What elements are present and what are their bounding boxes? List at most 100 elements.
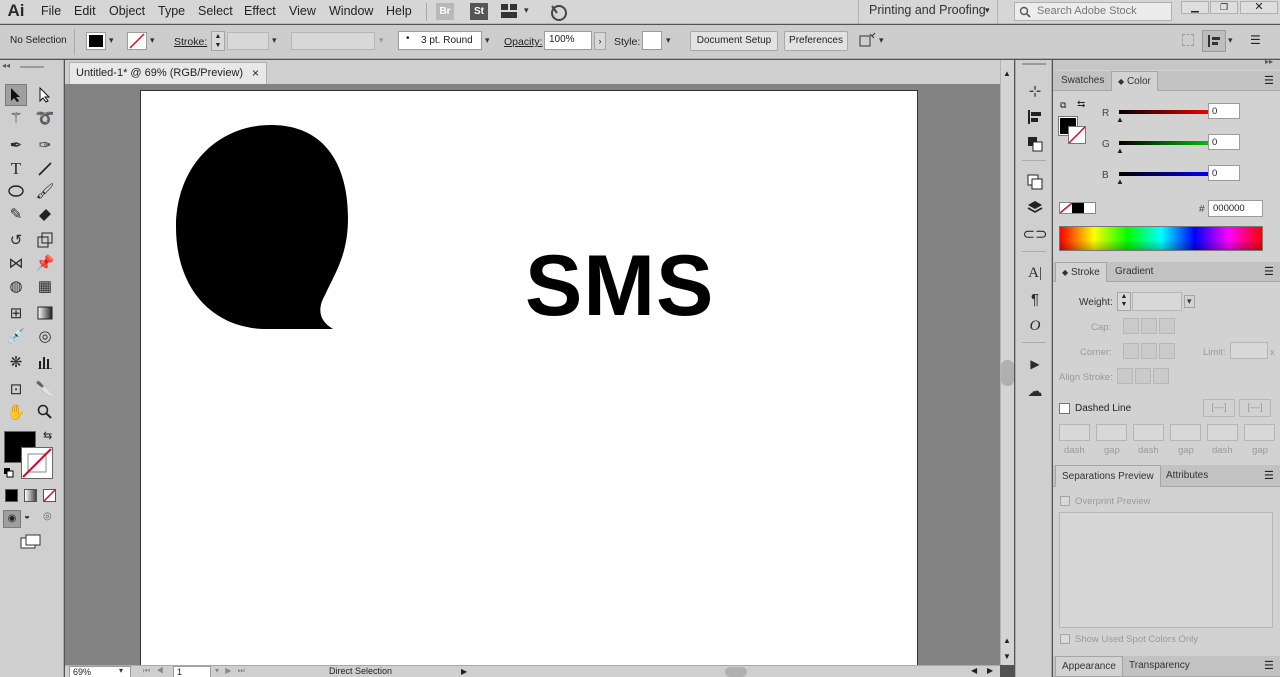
align-panel-icon[interactable]	[1024, 106, 1046, 128]
draw-normal-icon[interactable]: ◉	[3, 510, 21, 528]
chevron-down-icon[interactable]: ▾	[879, 35, 884, 46]
green-slider-thumb[interactable]: ▲	[1116, 146, 1124, 155]
menu-edit[interactable]: Edit	[74, 3, 96, 20]
tab-gradient[interactable]: Gradient	[1109, 262, 1159, 282]
pen-tool-icon[interactable]: ✒	[5, 134, 27, 156]
arrange-documents-icon[interactable]	[501, 4, 517, 18]
none-black-white-swatches[interactable]	[1059, 202, 1096, 214]
fill-swatch[interactable]	[86, 32, 106, 50]
links-panel-icon[interactable]: ⊂⊃	[1022, 223, 1047, 245]
menu-help[interactable]: Help	[386, 3, 412, 20]
transform-panel-icon[interactable]: ⊹	[1024, 80, 1046, 102]
align-center-button[interactable]	[1117, 368, 1133, 384]
dash-input[interactable]	[1207, 424, 1238, 441]
swap-colors-icon[interactable]: ⇆	[1077, 99, 1085, 110]
menu-lines-icon[interactable]: ☰	[1250, 33, 1264, 47]
menu-view[interactable]: View	[289, 3, 316, 20]
transform-icon[interactable]	[858, 32, 876, 50]
collapse-icon[interactable]: ▸▸	[1265, 57, 1273, 66]
weight-stepper[interactable]: ▲ ▼	[1117, 292, 1131, 311]
workspace-switcher[interactable]: Printing and Proofing ▾	[858, 0, 998, 24]
lasso-tool-icon[interactable]: ➰	[34, 107, 56, 129]
chevron-right-icon[interactable]: ›	[594, 32, 606, 50]
gpu-performance-icon[interactable]	[548, 2, 568, 22]
weight-input[interactable]	[1132, 292, 1182, 311]
artboard-tool-icon[interactable]: ⊡	[5, 378, 27, 400]
hex-value-input[interactable]: 000000	[1208, 200, 1263, 217]
panel-menu-icon[interactable]: ☰	[1264, 469, 1274, 482]
menu-object[interactable]: Object	[109, 3, 145, 20]
exact-dash-button[interactable]: [‒‒]	[1203, 399, 1235, 417]
close-tab-icon[interactable]: ×	[252, 63, 259, 83]
scroll-left-icon[interactable]: ◀	[971, 666, 977, 675]
sms-text[interactable]: SMS	[525, 241, 714, 331]
stock-search-field[interactable]: Search Adobe Stock	[1014, 2, 1172, 21]
round-join-button[interactable]	[1141, 343, 1157, 359]
character-panel-icon[interactable]: A|	[1024, 262, 1046, 284]
puppet-warp-tool-icon[interactable]: 📌	[34, 252, 56, 274]
red-value-input[interactable]: 0	[1208, 103, 1240, 119]
none-mode-icon[interactable]	[43, 489, 56, 502]
menu-window[interactable]: Window	[329, 3, 373, 20]
restore-button[interactable]: ❐	[1210, 1, 1238, 14]
color-mode-icon[interactable]	[5, 489, 18, 502]
butt-cap-button[interactable]	[1123, 318, 1139, 334]
chevron-down-icon[interactable]: ▾	[666, 35, 671, 46]
eyedropper-tool-icon[interactable]: 💉	[5, 325, 27, 347]
actions-panel-icon[interactable]: ▶	[1024, 353, 1046, 375]
bevel-join-button[interactable]	[1159, 343, 1175, 359]
panel-menu-icon[interactable]: ☰	[1264, 659, 1274, 672]
symbol-sprayer-tool-icon[interactable]: ❋	[5, 351, 27, 373]
stroke-color-swatch[interactable]	[21, 447, 53, 479]
gap-input[interactable]	[1096, 424, 1127, 441]
green-value-input[interactable]: 0	[1208, 134, 1240, 150]
chevron-down-icon[interactable]: ▾	[524, 5, 529, 16]
miter-join-button[interactable]	[1123, 343, 1139, 359]
variable-width-profile[interactable]	[291, 32, 375, 50]
chevron-down-icon[interactable]: ▾	[150, 35, 155, 46]
grip-icon[interactable]	[20, 66, 44, 68]
gradient-mode-icon[interactable]	[24, 489, 37, 502]
scroll-right-icon[interactable]: ▶	[987, 666, 993, 675]
shaper-tool-icon[interactable]: ✎	[5, 203, 27, 225]
rotate-tool-icon[interactable]: ↺	[5, 229, 27, 251]
mesh-tool-icon[interactable]: ⊞	[5, 302, 27, 324]
opacity-label[interactable]: Opacity:	[504, 34, 543, 50]
artboard-number-field[interactable]: 1	[173, 666, 211, 677]
vertical-scroll-thumb[interactable]	[1001, 360, 1014, 386]
document-tab[interactable]: Untitled-1* @ 69% (RGB/Preview) ×	[69, 62, 267, 84]
direct-selection-tool-icon[interactable]	[34, 84, 56, 106]
dash-input[interactable]	[1133, 424, 1164, 441]
opentype-panel-icon[interactable]: O	[1024, 315, 1046, 337]
width-tool-icon[interactable]: ⋈	[5, 252, 27, 274]
cc-libraries-panel-icon[interactable]: ☁	[1024, 380, 1046, 402]
tab-attributes[interactable]: Attributes	[1160, 465, 1214, 487]
isolate-icon[interactable]	[1182, 34, 1194, 46]
blue-value-input[interactable]: 0	[1208, 165, 1240, 181]
menu-effect[interactable]: Effect	[244, 3, 276, 20]
tab-swatches[interactable]: Swatches	[1055, 71, 1110, 91]
draw-behind-icon[interactable]: ◒	[24, 511, 30, 522]
horizontal-scroll-thumb[interactable]	[725, 667, 747, 677]
vertical-scrollbar[interactable]: ▲ ▲ ▼	[1000, 60, 1014, 665]
graphic-style-swatch[interactable]	[642, 31, 662, 50]
status-menu-icon[interactable]: ▶	[461, 667, 467, 676]
layers-panel-icon[interactable]	[1024, 197, 1046, 219]
line-segment-tool-icon[interactable]	[34, 158, 56, 180]
artboards-panel-icon[interactable]	[1024, 171, 1046, 193]
stroke-stepper[interactable]: ▲ ▼	[211, 31, 225, 51]
swap-colors-icon[interactable]: ⇆	[43, 429, 52, 442]
selection-tool-icon[interactable]	[5, 84, 27, 106]
column-graph-tool-icon[interactable]	[34, 351, 56, 373]
stroke-color-swatch[interactable]	[1068, 126, 1086, 144]
stroke-label[interactable]: Stroke:	[174, 34, 207, 50]
stroke-swatch[interactable]	[127, 32, 147, 50]
align-dash-button[interactable]: [‒‒]	[1239, 399, 1271, 417]
chevron-down-icon[interactable]: ▾	[485, 35, 490, 46]
scroll-down-icon[interactable]: ▲	[1003, 636, 1011, 645]
projecting-cap-button[interactable]	[1159, 318, 1175, 334]
gradient-tool-icon[interactable]	[34, 302, 56, 324]
align-inside-button[interactable]	[1135, 368, 1151, 384]
chevron-down-icon[interactable]: ▾	[109, 35, 114, 46]
artboard[interactable]: SMS	[140, 90, 918, 665]
